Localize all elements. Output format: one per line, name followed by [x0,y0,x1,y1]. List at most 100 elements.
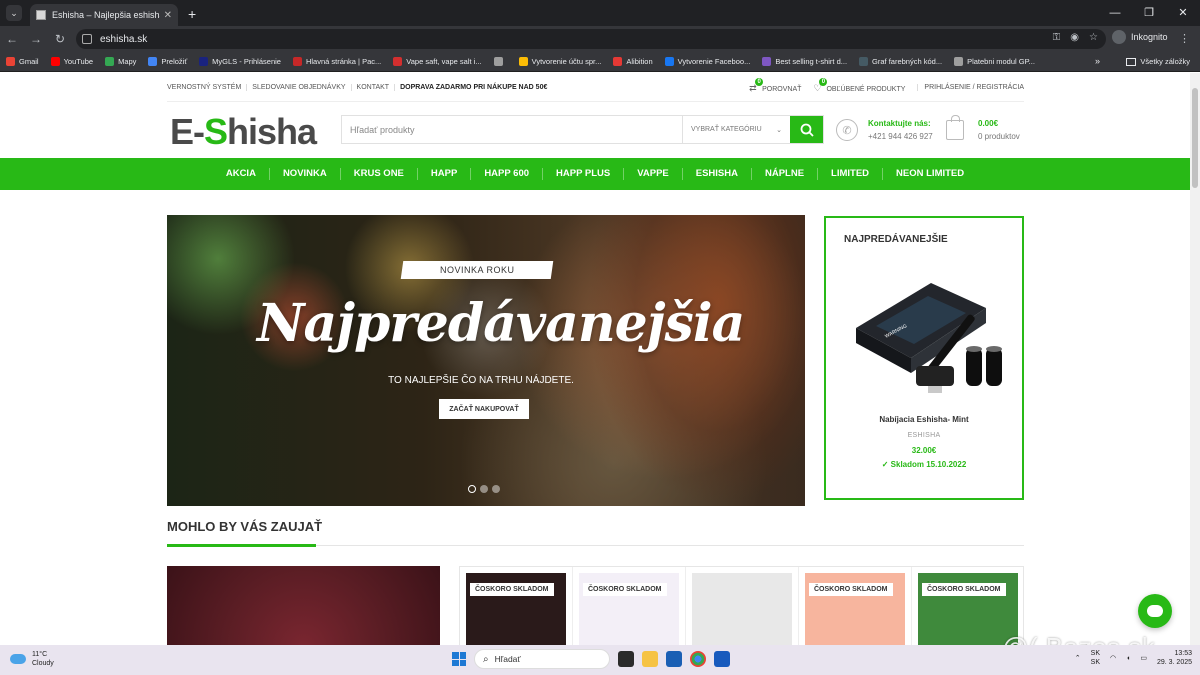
cloud-icon [10,654,26,664]
eye-off-icon[interactable]: ◉ [1070,32,1079,43]
compare-icon: ⇄ 0 [749,77,764,93]
new-tab-button[interactable]: + [188,6,196,22]
store-icon[interactable] [666,651,682,667]
topbar-link[interactable]: VERNOSTNÝ SYSTÉM [167,84,248,91]
close-tab-icon[interactable]: ✕ [164,10,172,21]
product-card[interactable] [686,567,799,645]
wifi-icon[interactable]: ◠ [1110,654,1116,662]
topbar-link[interactable]: KONTAKT [351,84,396,91]
bookmark-item[interactable]: Preložiť [148,57,187,66]
bookmark-item[interactable]: Alibition [613,57,653,66]
more-bookmarks-icon[interactable]: » [1095,56,1100,66]
contact-phone: +421 944 426 927 [868,132,933,141]
category-select[interactable]: VYBRAŤ KATEGÓRIU ⌄ [682,116,790,143]
contact-title: Kontaktujte nás: [868,119,931,128]
bookmark-label: Preložiť [161,57,188,66]
bookmark-item[interactable]: MyGLS - Prihlásenie [199,57,281,66]
tab-search-button[interactable]: ⌄ [6,5,22,21]
shop-now-button[interactable]: ZAČAŤ NAKUPOVAŤ [439,399,529,419]
nav-item-náplne[interactable]: NÁPLNE [752,168,819,180]
file-explorer-icon[interactable] [642,651,658,667]
address-bar[interactable]: eshisha.sk ⚿ ◉ ☆ [76,29,1106,49]
back-button[interactable]: ← [0,32,24,46]
bookmark-item[interactable] [493,57,507,66]
product-carousel: ČOSKORO SKLADOM ČOSKORO SKLADOM ČOSKORO SK… [459,566,1024,645]
nav-item-vappe[interactable]: VAPPE [624,168,683,180]
search-icon [800,123,814,137]
language-indicator[interactable]: SK SK [1091,649,1100,667]
product-image[interactable]: WARNING [846,268,1006,403]
promo-banner-image[interactable] [167,566,440,645]
volume-icon[interactable]: ◖ [1126,655,1130,662]
bookmark-favicon-icon [762,57,772,66]
bookmark-item[interactable]: YouTube [50,57,93,66]
taskbar-search[interactable]: ⌕ Hľadať [474,649,610,669]
incognito-indicator[interactable]: Inkognito [1112,30,1168,44]
slider-dot[interactable] [480,485,488,493]
chat-button[interactable] [1138,594,1172,628]
bookmark-item[interactable]: Gmail [6,57,39,66]
close-window-button[interactable]: ✕ [1166,0,1200,26]
chevron-up-icon[interactable]: ⌃ [1075,654,1081,662]
nav-item-krus-one[interactable]: KRUS ONE [341,168,418,180]
product-card[interactable]: ČOSKORO SKLADOM [573,567,686,645]
search-input[interactable] [342,116,682,143]
site-info-icon[interactable] [82,34,92,44]
nav-item-happ-plus[interactable]: HAPP PLUS [543,168,625,180]
product-thumbnail[interactable] [692,573,792,645]
incognito-icon [1112,30,1126,44]
bookmark-item[interactable]: Vytvorenie Faceboo... [664,57,750,66]
product-card[interactable]: ČOSKORO SKLADOM [799,567,912,645]
reload-button[interactable]: ↻ [48,32,72,46]
product-name[interactable]: Nabíjacia Eshisha- Mint [826,415,1022,424]
bookmark-item[interactable]: Platebni modul GP... [954,57,1035,66]
bookmark-item[interactable]: Vytvorenie účtu spr... [518,57,601,66]
windows-taskbar: 11°C Cloudy ⌕ Hľadať ⌃ SK SK ◠ ◖ ▭ 13:53 29.… [0,645,1200,675]
product-card[interactable]: ČOSKORO SKLADOM [460,567,573,645]
key-icon[interactable]: ⚿ [1053,32,1061,43]
cart-block[interactable]: 0.00€ 0 produktov [946,115,1020,143]
nav-item-limited[interactable]: LIMITED [818,168,884,180]
all-bookmarks-button[interactable]: Všetky záložky [1126,57,1190,66]
battery-icon[interactable]: ▭ [1140,654,1147,662]
bookmark-item[interactable]: Graf farebných kód... [859,57,942,66]
window-controls: — ❐ ✕ [1098,0,1200,26]
bookmark-item[interactable]: Best selling t-shirt d... [762,57,847,66]
task-view-icon[interactable] [618,651,634,667]
hero-badge-text: NOVINKA ROKU [439,265,515,275]
star-icon[interactable]: ☆ [1089,32,1098,43]
maximize-button[interactable]: ❐ [1132,0,1166,26]
lang-secondary: SK [1090,659,1100,666]
minimize-button[interactable]: — [1098,0,1132,26]
bookmark-item[interactable]: Mapy [105,57,136,66]
nav-item-akcia[interactable]: AKCIA [213,168,270,180]
topbar-links: VERNOSTNÝ SYSTÉM SLEDOVANIE OBJEDNÁVKY KON… [167,84,552,91]
section-heading: MOHLO BY VÁS ZAUJAŤ [167,519,323,534]
nav-item-novinka[interactable]: NOVINKA [270,168,341,180]
site-logo[interactable]: E-Shisha [170,111,317,153]
browser-menu-icon[interactable]: ⋮ [1179,32,1190,45]
favorites-link[interactable]: ♡ 0 OBĽÚBENÉ PRODUKTY [813,77,905,93]
slider-dot[interactable] [492,485,500,493]
search-button[interactable] [790,116,823,143]
browser-tab[interactable]: Eshisha – Najlepšia eshisha na t ✕ [30,4,178,26]
slider-dot[interactable] [468,485,476,493]
start-button[interactable] [452,652,466,666]
nav-item-eshisha[interactable]: ESHISHA [683,168,752,180]
hero-subtitle: TO NAJLEPŠIE ČO NA TRHU NÁJDETE. [388,375,574,386]
chrome-icon[interactable] [690,651,706,667]
nav-item-happ-600[interactable]: HAPP 600 [471,168,544,180]
nav-item-happ[interactable]: HAPP [418,168,472,180]
bookmark-item[interactable]: Hlavná stránka | Pac... [292,57,381,66]
nav-item-neon-limited[interactable]: NEON LIMITED [883,168,977,180]
login-link[interactable]: PRIHLÁSENIE / REGISTRÁCIA [917,84,1024,91]
forward-button[interactable]: → [24,32,48,46]
topbar-link[interactable]: SLEDOVANIE OBJEDNÁVKY [247,84,352,91]
bookmark-item[interactable]: Vape saft, vape salt i... [393,57,482,66]
contact-block[interactable]: ✆ Kontaktujte nás: +421 944 426 927 [836,117,933,143]
word-icon[interactable] [714,651,730,667]
page-scrollbar[interactable] [1190,73,1200,645]
weather-widget[interactable]: 11°C Cloudy [10,650,54,668]
clock[interactable]: 13:53 29. 3. 2025 [1157,649,1192,667]
compare-link[interactable]: ⇄ 0 POROVNAŤ [749,77,801,93]
